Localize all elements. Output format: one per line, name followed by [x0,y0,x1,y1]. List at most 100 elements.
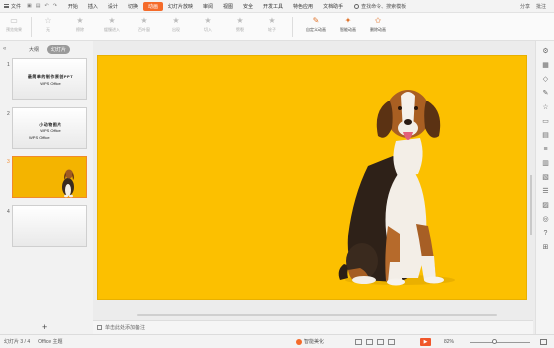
list-icon[interactable]: ☰ [541,187,550,196]
slide-number: 3 [7,159,10,165]
table-icon[interactable]: ▥ [541,159,550,168]
vertical-scrollbar[interactable] [529,55,533,300]
thumb-subtitle: WPS Office [40,128,61,133]
custom-animation-icon: ✎ [312,16,320,25]
panel-tabs: 大纲 幻灯片 [26,45,71,54]
effect-blinds[interactable]: ★ 百叶窗 [130,16,158,33]
effect-slow-in[interactable]: ★ 缓慢进入 [98,16,126,33]
scroll-thumb[interactable] [530,175,532,235]
tab-home[interactable]: 开始 [63,2,83,11]
slide-thumbnail-1[interactable]: 最简单的制作原创PPT WPS Office [12,58,87,100]
star-icon: ★ [108,16,116,25]
right-sidebar: ⚙ ▦ ◇ ✎ ☆ ▭ ▤ ≡ ▥ ▧ ☰ ▨ ◎ ? ⊞ [535,41,554,335]
notes-pane[interactable]: 单击此处添加备注 [93,320,533,334]
add-slide-button[interactable]: + [42,322,47,332]
smart-animation-button[interactable]: ✦ 智能动画 [334,16,362,33]
tab-developer[interactable]: 开发工具 [258,2,288,11]
custom-animation-button[interactable]: ✎ 自定义动画 [302,16,330,33]
brush-icon[interactable]: ✎ [541,89,550,98]
effect-split[interactable]: ★ 劈裂 [226,16,254,33]
effect-appear[interactable]: ★ 出现 [162,16,190,33]
slide-canvas[interactable] [97,55,527,300]
zoom-slider[interactable] [470,342,530,343]
shape-icon[interactable]: ◇ [541,75,550,84]
preview-effect-button[interactable]: ▭ 预览效果 [0,16,28,33]
star-icon: ★ [236,16,244,25]
slide-thumbnail-2[interactable]: 小动物图片 WPS Office WPS Office [12,107,87,149]
tab-doc-assistant[interactable]: 文档助手 [318,2,348,11]
layers-icon[interactable]: ≡ [541,145,550,154]
star-icon: ★ [140,16,148,25]
redo-icon[interactable]: ↷ [53,3,57,9]
effect-label: 出现 [172,27,180,32]
tab-slideshow[interactable]: 幻灯片放映 [163,2,198,11]
chart-icon[interactable]: ▨ [541,201,550,210]
transition-icon[interactable]: ▭ [541,117,550,126]
menu-icon [4,4,9,8]
effect-label: 劈裂 [236,27,244,32]
zoom-slider-knob[interactable] [492,339,497,344]
slide-panel: « 大纲 幻灯片 1 最简单的制作原创PPT WPS Office 2 小动物图… [0,41,93,335]
effect-none[interactable]: ☆ 无 [34,16,62,33]
effect-cut-in[interactable]: ★ 切入 [194,16,222,33]
grid-icon[interactable]: ▦ [541,61,550,70]
save-icon[interactable]: ▣ [27,3,32,9]
tab-features[interactable]: 特色应用 [288,2,318,11]
scroll-thumb[interactable] [137,314,497,316]
help-icon[interactable]: ? [541,229,550,238]
file-menu[interactable]: 文件 [4,3,21,10]
print-icon[interactable]: ▤ [36,3,41,9]
collapse-panel-icon[interactable]: « [3,46,6,52]
settings-icon[interactable]: ⚙ [541,47,550,56]
notes-view-icon[interactable] [355,338,362,345]
slide-thumbnail-3[interactable] [12,156,87,198]
ribbon-tabs: 开始 插入 设计 切换 动画 幻灯片放映 审阅 视图 安全 开发工具 特色应用 … [63,1,348,11]
image-icon[interactable]: ▧ [541,173,550,182]
slideshow-play-button[interactable]: ▶ [420,337,431,346]
smart-beautify-button[interactable]: 智能美化 [296,338,324,345]
effect-label: 无 [46,27,50,32]
effect-label: 缓慢进入 [104,27,120,32]
location-icon[interactable]: ◎ [541,215,550,224]
horizontal-scrollbar[interactable] [97,313,527,317]
effect-wipe[interactable]: ★ 擦除 [66,16,94,33]
zoom-level[interactable]: 82% [444,339,454,345]
search-text: 查找命令、搜索模板 [361,3,407,10]
dog-thumbnail-image [62,169,74,198]
comment-button[interactable]: 批注 [536,3,546,10]
dog-image[interactable] [98,56,527,300]
ribbon-divider [292,17,293,37]
effect-fly-in[interactable]: ★ 轮子 [258,16,286,33]
tab-transition[interactable]: 切换 [123,2,143,11]
status-left: 幻灯片 3 / 4 Office 主题 [4,338,62,345]
sorter-view-icon[interactable] [377,338,384,345]
tab-animation[interactable]: 动画 [142,1,163,11]
doc-icon[interactable]: ▤ [541,131,550,140]
fit-window-icon[interactable] [540,338,547,345]
notes-placeholder: 单击此处添加备注 [105,325,146,331]
theme-name: Office 主题 [38,339,63,345]
delete-animation-label: 删除动画 [370,27,386,32]
share-button[interactable]: 分享 [520,3,530,10]
tab-design[interactable]: 设计 [103,2,123,11]
none-icon: ☆ [44,16,52,25]
delete-animation-button[interactable]: ✩ 删除动画 [364,16,392,33]
apps-icon[interactable]: ⊞ [541,243,550,252]
undo-icon[interactable]: ↶ [44,3,48,9]
animation-ribbon: ▭ 预览效果 ☆ 无 ★ 擦除 ★ 缓慢进入 ★ 百叶窗 ★ 出现 ★ 切入 ★ 劈裂 ★ 轮子… [0,13,554,41]
slide-thumbnail-4[interactable] [12,205,87,247]
tab-slides[interactable]: 幻灯片 [47,45,71,54]
tab-review[interactable]: 审阅 [198,2,218,11]
command-search[interactable]: 查找命令、搜索模板 [354,3,406,10]
tab-view[interactable]: 视图 [218,2,238,11]
quick-access: ▣ ▤ ↶ ↷ [27,3,57,9]
effect-label: 切入 [204,27,212,32]
animation-icon[interactable]: ☆ [541,103,550,112]
normal-view-icon[interactable] [366,338,373,345]
slide-number: 1 [7,62,10,68]
tab-security[interactable]: 安全 [238,2,258,11]
tab-outline[interactable]: 大纲 [26,45,42,54]
tab-insert[interactable]: 插入 [83,2,103,11]
slide-number: 4 [7,209,10,215]
reading-view-icon[interactable] [388,338,395,345]
